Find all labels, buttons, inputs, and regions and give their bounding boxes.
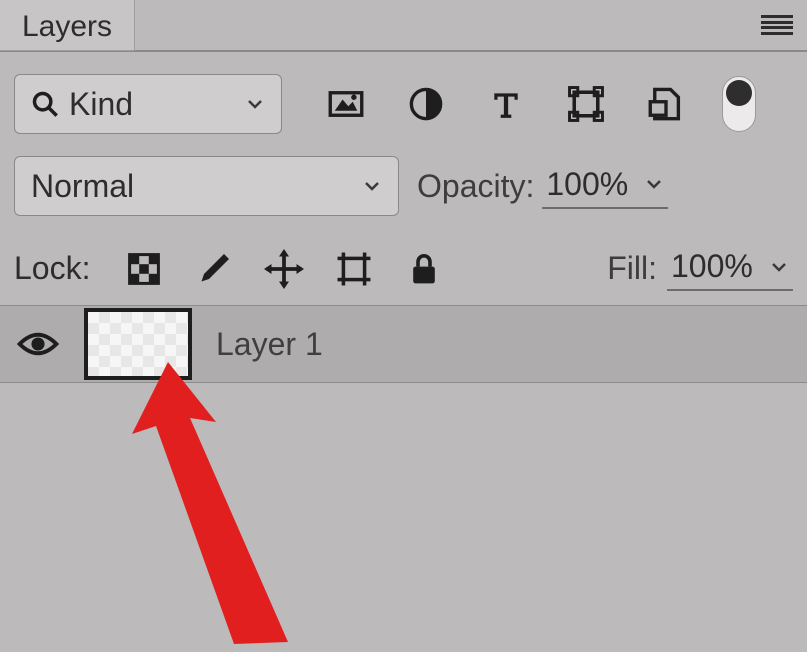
smart-object-filter-icon[interactable]: [646, 84, 686, 124]
chevron-down-icon: [644, 174, 664, 194]
panel-menu-button[interactable]: [747, 0, 807, 50]
panel-title: Layers: [22, 10, 112, 43]
hamburger-icon: [761, 15, 793, 35]
opacity-value: 100%: [546, 166, 636, 203]
chevron-down-icon: [362, 176, 382, 196]
filter-kind-select[interactable]: Kind: [14, 74, 282, 134]
annotation-arrow: [118, 352, 338, 652]
chevron-down-icon: [769, 257, 789, 277]
search-icon: [31, 90, 59, 118]
toggle-knob: [726, 80, 752, 106]
layers-list: Layer 1: [0, 305, 807, 383]
visibility-toggle[interactable]: [16, 330, 60, 358]
lock-artboard-icon[interactable]: [334, 249, 374, 289]
blend-mode-value: Normal: [31, 168, 362, 205]
layer-thumbnail[interactable]: [84, 308, 192, 380]
lock-label: Lock:: [14, 250, 90, 287]
layer-name[interactable]: Layer 1: [216, 326, 323, 363]
opacity-label: Opacity:: [417, 168, 534, 205]
layers-panel-tab[interactable]: Layers: [0, 0, 135, 51]
lock-pixels-icon[interactable]: [194, 249, 234, 289]
fill-value: 100%: [671, 248, 761, 285]
shape-layer-filter-icon[interactable]: [566, 84, 606, 124]
filter-kind-label: Kind: [69, 86, 235, 123]
lock-position-icon[interactable]: [264, 249, 304, 289]
lock-transparency-icon[interactable]: [124, 249, 164, 289]
adjustment-layer-filter-icon[interactable]: [406, 84, 446, 124]
layer-row[interactable]: Layer 1: [0, 305, 807, 383]
type-layer-filter-icon[interactable]: [486, 84, 526, 124]
pixel-layer-filter-icon[interactable]: [326, 84, 366, 124]
filter-toggle[interactable]: [722, 76, 756, 132]
opacity-input[interactable]: 100%: [542, 164, 668, 209]
fill-label: Fill:: [607, 250, 657, 287]
lock-all-icon[interactable]: [404, 249, 444, 289]
fill-input[interactable]: 100%: [667, 246, 793, 291]
blend-mode-select[interactable]: Normal: [14, 156, 399, 216]
chevron-down-icon: [245, 94, 267, 114]
